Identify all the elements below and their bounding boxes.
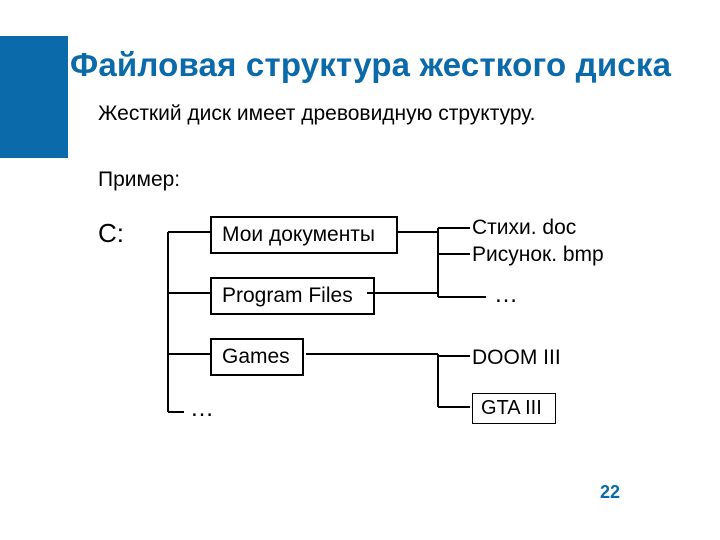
node-games: Games bbox=[210, 338, 304, 376]
ellipsis-right: … bbox=[494, 281, 518, 309]
root-label: C: bbox=[98, 218, 124, 249]
file-gta: GTA III bbox=[472, 393, 556, 424]
node-program-files: Program Files bbox=[210, 277, 375, 315]
node-my-documents: Мои документы bbox=[210, 216, 398, 254]
slide: Файловая структура жесткого диска Жестки… bbox=[0, 0, 720, 540]
ellipsis-left: … bbox=[190, 395, 214, 423]
example-label: Пример: bbox=[98, 168, 180, 192]
subtitle: Жесткий диск имеет древовидную структуру… bbox=[98, 102, 536, 126]
file-stihi: Стихи. doc bbox=[472, 216, 576, 240]
file-risunok: Рисунок. bmp bbox=[472, 243, 604, 267]
file-doom: DOOM III bbox=[472, 346, 561, 370]
accent-bar bbox=[0, 36, 68, 158]
slide-title: Файловая структура жесткого диска bbox=[70, 46, 671, 84]
page-number: 22 bbox=[600, 482, 620, 503]
